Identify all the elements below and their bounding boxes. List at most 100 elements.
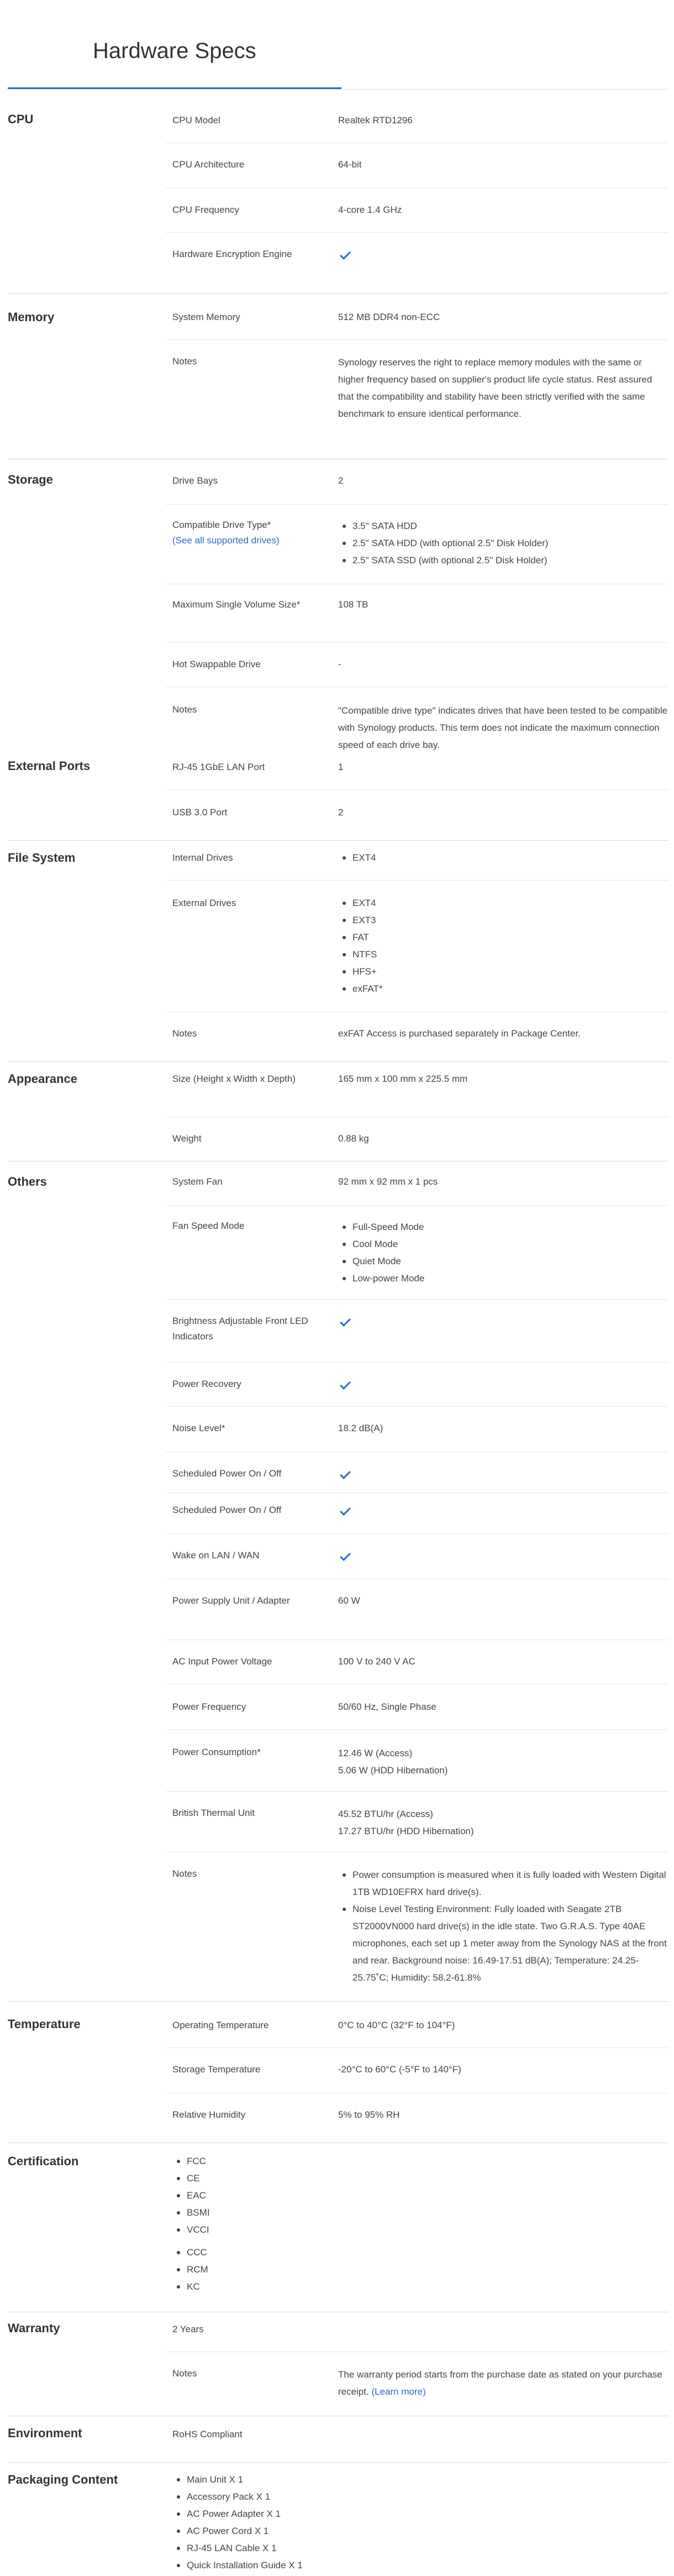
row-divider [166, 1406, 668, 1407]
spec-label: Notes [172, 356, 197, 366]
list-item: exFAT* [338, 980, 670, 997]
spec-label: Operating Temperature [172, 2020, 269, 2030]
external-fs-list: EXT4 EXT3 FAT NTFS HFS+ exFAT* [338, 894, 670, 997]
value-line: 5.06 W (HDD Hibernation) [338, 1765, 448, 1776]
list-item: Cool Mode [338, 1235, 670, 1253]
list-item: RJ-45 LAN Cable X 1 [172, 2540, 504, 2557]
spec-value: Synology reserves the right to replace m… [338, 357, 652, 419]
supported-drives-link[interactable]: (See all supported drives) [172, 533, 322, 548]
list-item: Noise Level Testing Environment: Fully l… [338, 1900, 670, 1986]
spec-label: External Drives [172, 898, 236, 908]
spec-label: Notes [172, 1028, 197, 1039]
section-title-temperature: Temperature [8, 2017, 81, 2031]
list-item: EXT4 [338, 894, 670, 912]
check-icon [340, 249, 351, 260]
list-item: Full-Speed Mode [338, 1218, 670, 1235]
internal-fs-list: EXT4 [338, 849, 670, 866]
row-divider [166, 339, 668, 340]
row-divider [166, 1729, 668, 1730]
spec-value: 512 MB DDR4 non-ECC [338, 312, 440, 322]
spec-value [338, 1313, 670, 1329]
list-item: VCCI [172, 2221, 504, 2238]
spec-label: Hardware Encryption Engine [172, 249, 292, 259]
list-item: HFS+ [338, 963, 670, 980]
spec-value: 165 mm x 100 mm x 225.5 mm [338, 1074, 468, 1084]
spec-label: Noise Level* [172, 1423, 225, 1433]
list-item: EAC [172, 2187, 504, 2204]
spec-value: EXT4 [338, 849, 670, 866]
fan-mode-list: Full-Speed Mode Cool Mode Quiet Mode Low… [338, 1218, 670, 1287]
spec-value [338, 1548, 670, 1563]
section-title-environment: Environment [8, 2426, 82, 2440]
section-title-appearance: Appearance [8, 1072, 77, 1086]
list-item: Quiet Mode [338, 1253, 670, 1270]
certification-list: FCC CE EAC BSMI VCCI CCC RCM KC [172, 2153, 504, 2295]
section-title-ports: External Ports [8, 759, 91, 773]
row-divider [166, 1299, 668, 1300]
spec-value: The warranty period starts from the purc… [338, 2366, 670, 2400]
spec-value: Realtek RTD1296 [338, 115, 413, 125]
spec-value: Full-Speed Mode Cool Mode Quiet Mode Low… [338, 1218, 670, 1287]
spec-label: Wake on LAN / WAN [172, 1550, 260, 1561]
spec-value: 45.52 BTU/hr (Access) 17.27 BTU/hr (HDD … [338, 1805, 670, 1840]
spec-label: Hot Swappable Drive [172, 659, 261, 669]
list-item: KC [172, 2278, 504, 2295]
spec-value: 18.2 dB(A) [338, 1423, 383, 1433]
spec-value: Power consumption is measured when it is… [338, 1866, 670, 1986]
others-notes-list: Power consumption is measured when it is… [338, 1866, 670, 1986]
spec-value: -20°C to 60°C (-5°F to 140°F) [338, 2064, 461, 2075]
list-item: AC Power Cord X 1 [172, 2522, 504, 2540]
learn-more-link[interactable]: (Learn more) [371, 2386, 425, 2397]
environment-value: RoHS Compliant [172, 2429, 243, 2439]
row-divider [166, 789, 668, 790]
list-item: 2.5" SATA HDD (with optional 2.5" Disk H… [338, 535, 670, 552]
spec-value: 64-bit [338, 159, 362, 170]
list-item: FAT [338, 929, 670, 946]
spec-label: Compatible Drive Type* (See all supporte… [172, 517, 322, 548]
value-line: 12.46 W (Access) [338, 1748, 413, 1758]
spec-value: 0°C to 40°C (32°F to 104°F) [338, 2020, 455, 2030]
spec-label: Maximum Single Volume Size* [172, 599, 301, 610]
list-item: NTFS [338, 946, 670, 963]
spec-value: 4-core 1.4 GHz [338, 205, 402, 215]
list-item: Low-power Mode [338, 1270, 670, 1287]
row-divider [166, 1362, 668, 1363]
spec-value: 1 [338, 762, 344, 772]
spec-value [338, 247, 670, 262]
section-title-warranty: Warranty [8, 2321, 60, 2335]
spec-value [338, 1466, 670, 1481]
check-icon [340, 1379, 351, 1390]
spec-value: 108 TB [338, 599, 368, 610]
section-title-certification: Certification [8, 2154, 79, 2168]
spec-label: Scheduled Power On / Off [172, 1505, 282, 1515]
spec-label: USB 3.0 Port [172, 807, 228, 818]
list-item: CCC [172, 2244, 504, 2261]
spec-value: 100 V to 240 V AC [338, 1656, 415, 1667]
spec-table: CPU CPU Model Realtek RTD1296 CPU Archit… [0, 0, 674, 2576]
spec-label: Notes [172, 704, 197, 715]
list-item: 2.5" SATA SSD (with optional 2.5" Disk H… [338, 552, 670, 569]
row-divider [166, 504, 668, 505]
spec-value: 3.5" SATA HDD 2.5" SATA HDD (with option… [338, 517, 670, 569]
check-icon [340, 1316, 351, 1327]
spec-label: System Memory [172, 312, 240, 322]
list-item: BSMI [172, 2204, 504, 2221]
spec-label: System Fan [172, 1176, 223, 1187]
spec-value: 2 [338, 807, 344, 818]
list-item: Quick Installation Guide X 1 [172, 2557, 504, 2574]
section-title-cpu: CPU [8, 112, 34, 126]
list-item: RCM [172, 2261, 504, 2278]
drive-type-list: 3.5" SATA HDD 2.5" SATA HDD (with option… [338, 517, 670, 569]
list-item: EXT3 [338, 912, 670, 929]
spec-label: Notes [172, 2368, 197, 2379]
warranty-value: 2 Years [172, 2324, 204, 2334]
check-icon [340, 1468, 351, 1479]
spec-value: 12.46 W (Access) 5.06 W (HDD Hibernation… [338, 1745, 670, 1779]
check-icon [340, 1505, 351, 1516]
packaging-list: Main Unit X 1 Accessory Pack X 1 AC Powe… [172, 2471, 504, 2574]
spec-value: exFAT Access is purchased separately in … [338, 1028, 581, 1039]
spec-label: Fan Speed Mode [172, 1221, 245, 1231]
spec-label: Brightness Adjustable Front LED Indicato… [172, 1316, 308, 1342]
spec-value: EXT4 EXT3 FAT NTFS HFS+ exFAT* [338, 894, 670, 997]
spec-value [338, 1376, 670, 1392]
